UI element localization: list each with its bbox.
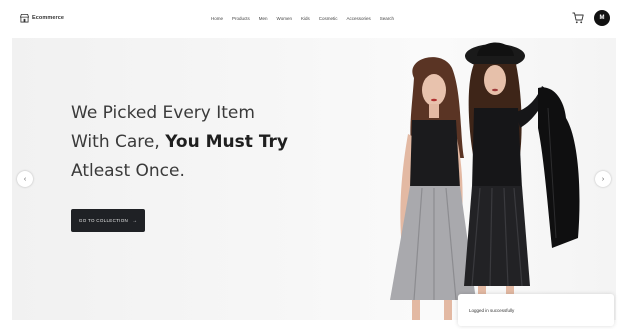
nav-home[interactable]: Home — [211, 16, 223, 21]
hero-banner: We Picked Every Item With Care, You Must… — [12, 38, 616, 320]
toast-notification: Logged in successfully — [458, 294, 614, 326]
go-to-collection-button[interactable]: GO TO COLLECTION → — [71, 209, 145, 232]
nav-cosmetic[interactable]: Cosmetic — [319, 16, 338, 21]
left-model-figure — [390, 57, 476, 320]
carousel-prev-button[interactable]: ‹ — [17, 171, 33, 187]
headline-line-1: We Picked Every Item — [71, 103, 255, 123]
user-avatar[interactable]: M — [594, 10, 610, 26]
right-model-figure — [464, 42, 580, 320]
avatar-letter: M — [599, 15, 605, 21]
arrow-right-icon: → — [132, 217, 138, 224]
nav-accessories[interactable]: Accessories — [347, 16, 371, 21]
cart-icon[interactable] — [572, 12, 584, 24]
hero-models-image — [390, 42, 580, 320]
headline-line-2-bold: You Must Try — [165, 132, 289, 152]
headline-line-2: With Care, — [71, 132, 166, 152]
headline-line-3: Atleast Once. — [71, 161, 185, 181]
nav-search[interactable]: Search — [380, 16, 394, 21]
nav-kids[interactable]: Kids — [301, 16, 310, 21]
cta-label: GO TO COLLECTION — [78, 218, 129, 223]
chevron-left-icon: ‹ — [23, 175, 27, 183]
nav-men[interactable]: Men — [259, 16, 268, 21]
nav-women[interactable]: Women — [277, 16, 292, 21]
nav-products[interactable]: Products — [232, 16, 250, 21]
brand-name: Ecommerce — [32, 15, 65, 21]
page: Ecommerce Home Products Men Women Kids C… — [0, 0, 618, 329]
brand-logo[interactable]: Ecommerce — [20, 13, 64, 23]
toast-message: Logged in successfully — [469, 307, 515, 313]
hero-headline: We Picked Every Item With Care, You Must… — [71, 99, 331, 186]
storefront-icon — [20, 13, 29, 23]
main-nav: Home Products Men Women Kids Cosmetic Ac… — [211, 16, 394, 21]
header: Ecommerce Home Products Men Women Kids C… — [0, 0, 618, 36]
